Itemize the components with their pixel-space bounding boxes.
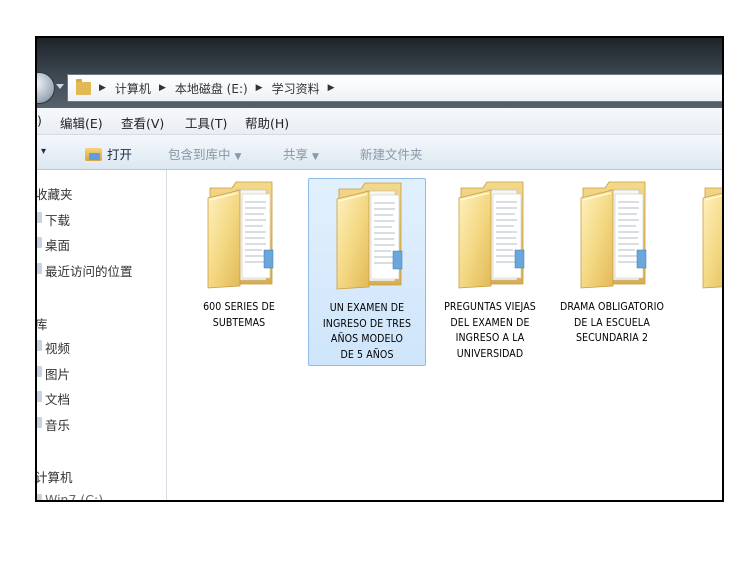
menu-view[interactable]: 查看(V) [121,113,164,132]
include-in-library-label: 包含到库中 [168,147,231,162]
open-folder-icon [85,148,102,161]
drive-icon [37,494,42,500]
chevron-right-icon[interactable]: ▶ [99,83,106,93]
folder-name-line: AÑOS MODELO [330,333,404,345]
navigation-pane: 收藏夹 下载 桌面 最近访问的位置 库 视频 图片 文档 音乐 计算机 Win7… [37,170,167,500]
breadcrumb-computer[interactable]: 计算机 [115,80,151,97]
folder-icon [335,181,405,291]
nav-pictures[interactable]: 图片 [45,364,70,383]
nav-downloads[interactable]: 下载 [45,210,70,229]
desktop-icon [37,237,42,248]
explorer-window: ▶ 计算机 ▶ 本地磁盘 (E:) ▶ 学习资料 ▶ ) 编辑(E) 查看(V)… [35,36,724,502]
music-icon [37,417,42,428]
folder-icon [701,180,724,290]
nav-desktop[interactable]: 桌面 [45,235,70,254]
menu-edit[interactable]: 编辑(E) [60,113,103,132]
folder-name-line: DE 5 AÑOS [340,348,394,361]
folder-name-line: DRAMA OBLIGATORIO [559,301,665,313]
menu-file[interactable]: ) [37,113,42,128]
folder-name-line: SECUNDARIA 2 [575,332,649,344]
breadcrumb-drive[interactable]: 本地磁盘 (E:) [175,80,248,97]
recent-places-icon [37,263,42,274]
nav-music[interactable]: 音乐 [45,415,70,434]
nav-computer[interactable]: 计算机 [37,467,73,486]
folder-item-selected[interactable]: UN EXAMEN DE INGRESO DE TRES AÑOS MODELO… [308,178,426,366]
chevron-down-icon: ▼ [234,152,242,162]
folder-name: UN EXAMEN DE INGRESO DE TRES AÑOS MODELO… [311,301,423,363]
folder-icon [76,78,91,95]
folder-icon [206,180,276,290]
folder-icon [579,180,649,290]
folder-name-line: UN EXAMEN DE [329,302,405,314]
back-button[interactable] [37,72,55,104]
chevron-right-icon[interactable]: ▶ [159,83,166,93]
folder-name: 600 SERIES DE SUBTEMAS [182,300,296,331]
open-button[interactable]: 打开 [85,144,132,163]
chevron-down-icon: ▼ [312,152,319,162]
folder-name-line: INGRESO A LA [455,332,525,344]
documents-icon [37,391,42,402]
nav-drive-c[interactable]: Win7 (C:) [45,492,103,500]
folder-name-line: UNIVERSIDAD [456,347,524,360]
folder-item[interactable]: PREGUNTAS VIEJAS DEL EXAMEN DE INGRESO A… [431,178,549,366]
organize-dropdown-icon[interactable]: ▾ [41,146,46,157]
folder-name-line: PREGUNTAS VIEJAS [444,301,536,313]
nav-recent-places[interactable]: 最近访问的位置 [45,261,133,280]
command-bar: ▾ 打开 包含到库中 ▼ 共享 ▼ 新建文件夹 [37,135,722,170]
folder-icon [457,180,527,290]
pictures-icon [37,366,42,377]
new-folder-button[interactable]: 新建文件夹 [360,144,423,163]
share-label: 共享 [283,147,309,162]
chevron-right-icon[interactable]: ▶ [328,83,335,93]
nav-favorites[interactable]: 收藏夹 [37,184,73,203]
file-list: 600 SERIES DE SUBTEMAS UN EXAMEN DE INGR… [167,170,722,500]
folder-name-line: INGRESO DE TRES [322,317,412,330]
address-area: ▶ 计算机 ▶ 本地磁盘 (E:) ▶ 学习资料 ▶ [37,38,722,108]
folder-name-line: 600 SERIES DE [203,301,275,313]
video-icon [37,340,42,351]
nav-libraries[interactable]: 库 [37,314,48,333]
folder-item[interactable]: DRAMA OBLIGATORIO DE LA ESCUELA SECUNDAR… [553,178,671,366]
chevron-right-icon[interactable]: ▶ [256,83,263,93]
folder-name: DRAMA OBLIGATORIO DE LA ESCUELA SECUNDAR… [555,300,669,347]
menu-tools[interactable]: 工具(T) [185,113,227,132]
include-in-library-button[interactable]: 包含到库中 ▼ [168,144,241,163]
menu-bar: ) 编辑(E) 查看(V) 工具(T) 帮助(H) [37,108,722,135]
open-label: 打开 [107,147,133,162]
share-button[interactable]: 共享 ▼ [283,144,319,163]
folder-name-line: SUBTEMAS [212,316,266,329]
folder-name: PREGUNTAS VIEJAS DEL EXAMEN DE INGRESO A… [433,300,547,362]
breadcrumb-folder[interactable]: 学习资料 [272,80,320,97]
folder-item[interactable]: 600 SERIES DE SUBTEMAS [180,178,298,366]
folder-item-partial[interactable] [675,178,724,366]
address-bar[interactable]: ▶ 计算机 ▶ 本地磁盘 (E:) ▶ 学习资料 ▶ [67,74,722,102]
menu-help[interactable]: 帮助(H) [245,113,289,132]
folder-name-line: DE LA ESCUELA [574,316,650,329]
download-icon [37,212,42,223]
recent-pages-dropdown-icon[interactable] [56,84,64,89]
nav-documents[interactable]: 文档 [45,389,70,408]
folder-name-line: DEL EXAMEN DE [450,316,530,329]
nav-videos[interactable]: 视频 [45,338,70,357]
